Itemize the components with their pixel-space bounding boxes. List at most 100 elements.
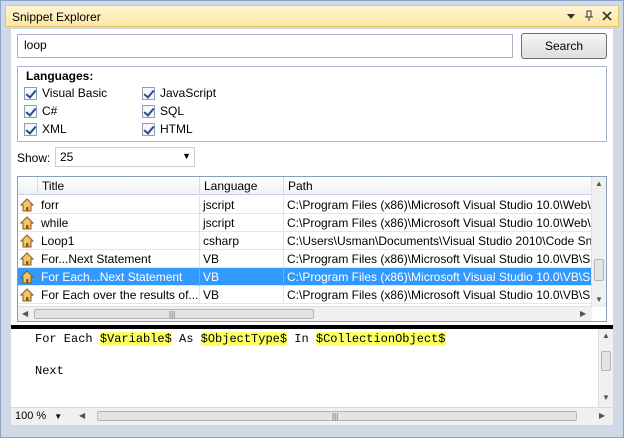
scroll-thumb[interactable] xyxy=(601,351,611,371)
cell-title: For Each over the results of... xyxy=(38,286,200,304)
grid-horizontal-scrollbar[interactable]: ◀ ||| ▶ xyxy=(18,306,592,321)
code-vertical-scrollbar[interactable]: ▲ ▼ xyxy=(598,329,613,407)
scroll-left-icon[interactable]: ◀ xyxy=(22,309,28,318)
cell-language: jscript xyxy=(200,196,284,214)
checkbox-label: JavaScript xyxy=(160,86,217,100)
scroll-thumb[interactable] xyxy=(594,259,604,281)
pin-icon[interactable] xyxy=(582,9,596,23)
search-input[interactable]: loop xyxy=(17,34,513,58)
column-header-path[interactable]: Path xyxy=(284,177,592,195)
table-row[interactable]: For Each over the results of... VB C:\Pr… xyxy=(18,286,592,304)
checkbox[interactable] xyxy=(24,122,37,136)
cell-path: C:\Program Files (x86)\Microsoft Visual … xyxy=(287,216,592,230)
languages-group: Languages: Visual Basic JavaScript C# SQ… xyxy=(17,66,607,142)
title-bar-controls xyxy=(564,9,614,23)
code-line-1: For Each $Variable$ As $ObjectType$ In $… xyxy=(35,332,446,346)
table-row[interactable]: while jscript C:\Program Files (x86)\Mic… xyxy=(18,214,592,232)
code-keyword: In xyxy=(287,332,316,346)
checkbox[interactable] xyxy=(24,104,37,118)
home-icon xyxy=(19,288,35,302)
search-button[interactable]: Search xyxy=(521,33,607,59)
code-placeholder: $CollectionObject$ xyxy=(315,332,446,346)
snippet-grid: Title Language Path forr jscript C:\Prog… xyxy=(17,176,607,322)
show-label: Show: xyxy=(17,151,51,165)
scroll-thumb[interactable]: ||| xyxy=(97,411,577,421)
grid-vertical-scrollbar[interactable]: ▲ ▼ xyxy=(591,177,606,307)
code-keyword: For Each xyxy=(35,332,100,346)
checkbox[interactable] xyxy=(142,104,155,118)
zoom-value: 100 % xyxy=(15,410,47,422)
cell-path: C:\Program Files (x86)\Microsoft Visual … xyxy=(287,288,592,302)
column-header-title[interactable]: Title xyxy=(38,177,200,195)
status-bar: 100 % ▼ ◀ ||| ▶ xyxy=(11,407,613,425)
home-icon xyxy=(19,216,35,230)
scroll-down-icon[interactable]: ▼ xyxy=(602,393,610,402)
title-bar: Snippet Explorer xyxy=(5,5,619,27)
chevron-down-icon: ▼ xyxy=(54,412,63,421)
lang-visual-basic[interactable]: Visual Basic xyxy=(24,86,107,100)
scroll-down-icon[interactable]: ▼ xyxy=(595,295,603,304)
checkbox-label: C# xyxy=(42,104,58,118)
checkbox-label: Visual Basic xyxy=(42,86,108,100)
code-placeholder: $ObjectType$ xyxy=(200,332,288,346)
code-placeholder: $Variable$ xyxy=(99,332,172,346)
cell-language: VB xyxy=(200,250,284,268)
scroll-up-icon[interactable]: ▲ xyxy=(602,331,610,340)
window-title: Snippet Explorer xyxy=(12,10,101,24)
cell-language: VB xyxy=(200,286,284,304)
code-preview[interactable]: For Each $Variable$ As $ObjectType$ In $… xyxy=(11,329,613,407)
grip-icon: ||| xyxy=(332,412,339,421)
cell-title: For Each...Next Statement xyxy=(38,268,200,286)
table-row[interactable]: For...Next Statement VB C:\Program Files… xyxy=(18,250,592,268)
cell-path: C:\Program Files (x86)\Microsoft Visual … xyxy=(287,270,592,284)
chevron-down-icon: ▼ xyxy=(182,151,191,161)
checkbox-label: SQL xyxy=(160,104,185,118)
checkbox[interactable] xyxy=(142,86,155,100)
cell-path: C:\Users\Usman\Documents\Visual Studio 2… xyxy=(287,234,592,248)
cell-language: VB xyxy=(200,268,284,286)
column-header-language[interactable]: Language xyxy=(200,177,284,195)
home-icon xyxy=(19,252,35,266)
code-horizontal-scrollbar[interactable]: ◀ ||| ▶ xyxy=(75,410,611,423)
lang-csharp[interactable]: C# xyxy=(24,104,57,118)
table-row-selected[interactable]: For Each...Next Statement VB C:\Program … xyxy=(18,268,592,286)
code-line-2: Next xyxy=(35,364,64,378)
code-keyword: As xyxy=(171,332,201,346)
languages-title: Languages: xyxy=(26,69,94,83)
lang-javascript[interactable]: JavaScript xyxy=(142,86,216,100)
scroll-right-icon[interactable]: ▶ xyxy=(599,411,605,420)
cell-path: C:\Program Files (x86)\Microsoft Visual … xyxy=(287,198,592,212)
scroll-up-icon[interactable]: ▲ xyxy=(595,179,603,188)
cell-language: jscript xyxy=(200,214,284,232)
grip-icon: ||| xyxy=(169,310,176,319)
show-count-select[interactable]: 25 ▼ xyxy=(55,147,195,167)
snippet-explorer-window: Snippet Explorer loop Search Languages: … xyxy=(0,0,624,438)
scroll-left-icon[interactable]: ◀ xyxy=(79,411,85,420)
explorer-panel: loop Search Languages: Visual Basic Java… xyxy=(11,29,613,325)
home-icon xyxy=(19,234,35,248)
lang-sql[interactable]: SQL xyxy=(142,104,184,118)
show-count-value: 25 xyxy=(60,150,74,164)
scroll-right-icon[interactable]: ▶ xyxy=(580,309,586,318)
cell-title: Loop1 xyxy=(38,232,200,250)
checkbox-label: HTML xyxy=(160,122,193,136)
zoom-select[interactable]: 100 % ▼ xyxy=(15,410,62,422)
checkbox[interactable] xyxy=(24,86,37,100)
close-icon[interactable] xyxy=(600,9,614,23)
lang-html[interactable]: HTML xyxy=(142,122,193,136)
table-row[interactable]: forr jscript C:\Program Files (x86)\Micr… xyxy=(18,196,592,214)
home-icon xyxy=(19,270,35,284)
cell-title: forr xyxy=(38,196,200,214)
cell-language: csharp xyxy=(200,232,284,250)
cell-path: C:\Program Files (x86)\Microsoft Visual … xyxy=(287,252,592,266)
table-row[interactable]: Loop1 csharp C:\Users\Usman\Documents\Vi… xyxy=(18,232,592,250)
grid-header: Title Language Path xyxy=(18,177,592,195)
checkbox[interactable] xyxy=(142,122,155,136)
grid-header-icon-col xyxy=(18,177,38,195)
scroll-thumb[interactable]: ||| xyxy=(34,309,314,319)
dropdown-arrow-icon[interactable] xyxy=(564,9,578,23)
cell-title: while xyxy=(38,214,200,232)
cell-title: For...Next Statement xyxy=(38,250,200,268)
checkbox-label: XML xyxy=(42,122,67,136)
lang-xml[interactable]: XML xyxy=(24,122,67,136)
